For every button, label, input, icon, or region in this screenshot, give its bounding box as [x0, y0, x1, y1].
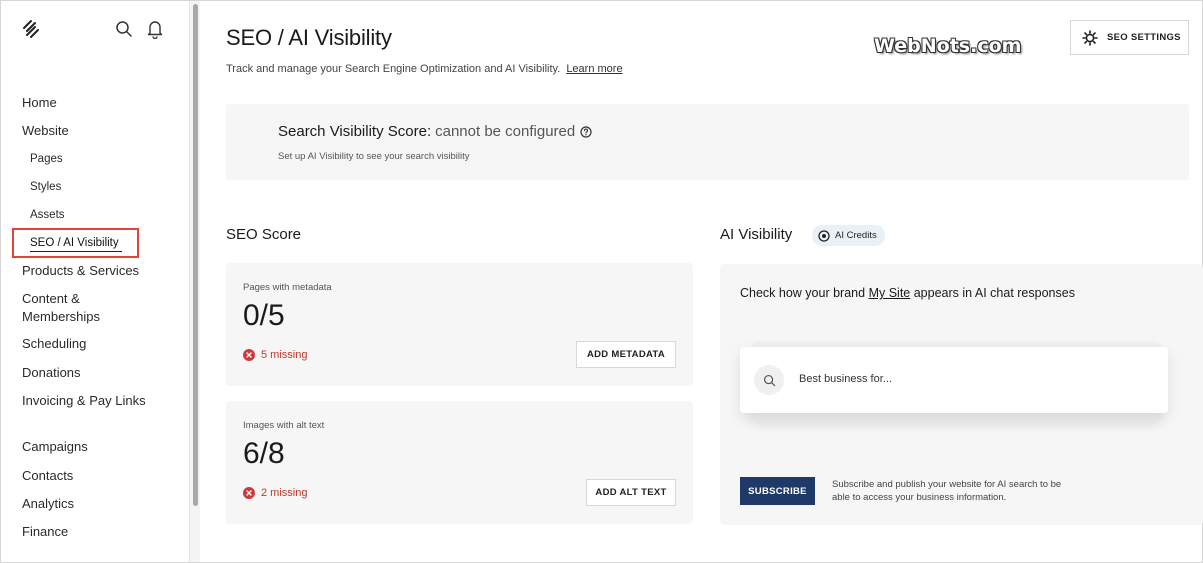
seo-card-missing-text: 5 missing [261, 349, 308, 361]
sidebar-item-invoicing[interactable]: Invoicing & Pay Links [22, 392, 146, 409]
page-title: SEO / AI Visibility [226, 25, 392, 50]
seo-card-value: 0/5 [243, 299, 285, 332]
ai-credits-icon [818, 229, 830, 242]
search-visibility-value: cannot be configured [435, 123, 576, 140]
sidebar-item-campaigns[interactable]: Campaigns [22, 438, 88, 455]
sidebar-item-seo-ai-visibility[interactable]: SEO / AI Visibility [30, 235, 119, 252]
subscribe-note: Subscribe and publish your website for A… [832, 479, 1062, 503]
seo-card-metadata: Pages with metadata 0/5 5 missing ADD ME… [226, 263, 693, 386]
seo-card-missing: 5 missing [243, 349, 307, 361]
page-description-text: Track and manage your Search Engine Opti… [226, 63, 561, 75]
search-icon-wrap [754, 365, 784, 395]
brand-name-link[interactable]: My Site [869, 286, 911, 300]
seo-card-label: Images with alt text [243, 420, 325, 431]
ai-credits-badge[interactable]: AI Credits [812, 225, 885, 246]
sidebar-item-content-memberships-line2[interactable]: Memberships [22, 308, 100, 325]
page-description: Track and manage your Search Engine Opti… [226, 63, 623, 75]
ai-search-preview: Best business for... [740, 347, 1168, 413]
sidebar-item-home[interactable]: Home [22, 94, 57, 111]
search-visibility-title: Search Visibility Score: cannot be confi… [278, 123, 592, 140]
sidebar-item-content-memberships-line1[interactable]: Content & [22, 290, 80, 307]
ai-visibility-heading: AI Visibility [720, 226, 793, 243]
error-icon [243, 487, 255, 499]
search-icon[interactable] [115, 20, 133, 38]
ai-credits-label: AI Credits [835, 230, 877, 241]
seo-card-missing-text: 2 missing [261, 487, 308, 499]
sidebar: Home Website Pages Styles Assets SEO / A… [1, 1, 190, 562]
ai-visibility-prompt: Check how your brand My Site appears in … [740, 286, 1075, 300]
seo-card-value: 6/8 [243, 437, 285, 470]
seo-settings-button[interactable]: SEO SETTINGS [1070, 20, 1189, 55]
add-alt-text-button[interactable]: ADD ALT TEXT [586, 479, 676, 506]
sidebar-item-contacts[interactable]: Contacts [22, 467, 73, 484]
sidebar-item-analytics[interactable]: Analytics [22, 495, 74, 512]
sidebar-item-pages[interactable]: Pages [30, 151, 63, 168]
sidebar-item-donations[interactable]: Donations [22, 364, 81, 381]
sidebar-item-finance[interactable]: Finance [22, 523, 68, 540]
squarespace-logo-icon[interactable] [21, 19, 41, 39]
ai-search-placeholder: Best business for... [799, 373, 892, 385]
search-visibility-panel: Search Visibility Score: cannot be confi… [226, 104, 1189, 180]
sidebar-item-assets[interactable]: Assets [30, 207, 65, 224]
sidebar-item-products-services[interactable]: Products & Services [22, 262, 139, 279]
subscribe-button[interactable]: SUBSCRIBE [740, 477, 815, 505]
seo-card-label: Pages with metadata [243, 282, 332, 293]
watermark-logo: WebNots.com [874, 35, 1022, 57]
bell-icon[interactable] [146, 19, 164, 39]
seo-card-missing: 2 missing [243, 487, 307, 499]
main-content: SEO / AI Visibility Track and manage you… [200, 1, 1203, 562]
seo-card-alt-text: Images with alt text 6/8 2 missing ADD A… [226, 401, 693, 524]
sidebar-item-website[interactable]: Website [22, 122, 69, 139]
ai-visibility-card: Check how your brand My Site appears in … [720, 264, 1203, 525]
help-icon[interactable] [580, 125, 592, 138]
search-icon [763, 374, 775, 386]
search-visibility-subtitle: Set up AI Visibility to see your search … [278, 151, 470, 162]
seo-settings-label: SEO SETTINGS [1107, 32, 1181, 43]
sidebar-item-styles[interactable]: Styles [30, 179, 61, 196]
gear-icon [1082, 29, 1098, 46]
search-visibility-key: Search Visibility Score: [278, 123, 432, 140]
sidebar-item-scheduling[interactable]: Scheduling [22, 335, 86, 352]
add-metadata-button[interactable]: ADD METADATA [576, 341, 676, 368]
seo-score-heading: SEO Score [226, 226, 302, 243]
learn-more-link[interactable]: Learn more [566, 63, 622, 75]
sidebar-scrollbar-thumb[interactable] [193, 4, 198, 506]
ai-prompt-prefix: Check how your brand [740, 286, 866, 300]
error-icon [243, 349, 255, 361]
ai-prompt-suffix: appears in AI chat responses [913, 286, 1075, 300]
active-item-underline [30, 251, 122, 252]
